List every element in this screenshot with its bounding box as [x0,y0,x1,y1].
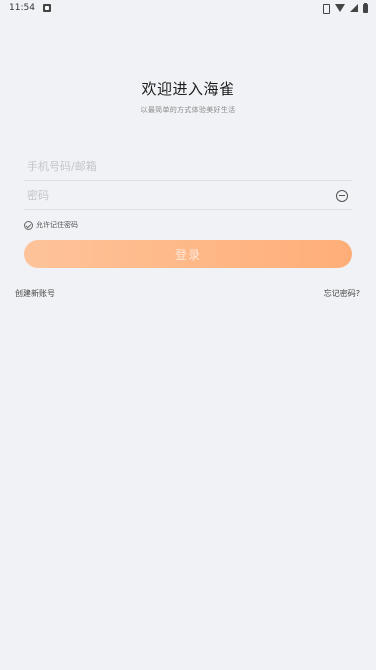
account-input[interactable] [24,160,352,173]
status-right [321,2,368,14]
account-field [24,153,352,181]
password-field [24,182,352,210]
remember-password-checkbox[interactable]: 允许记住密码 [24,220,78,230]
status-bar: 11:54 [0,0,376,16]
notification-icon [42,4,51,12]
password-input[interactable] [24,189,352,202]
status-left: 11:54 [9,3,51,13]
remember-password-label: 允许记住密码 [36,221,78,229]
battery-icon [363,2,368,13]
vibrate-icon [321,4,330,14]
signal-icon [350,4,358,12]
create-account-link[interactable]: 创建新账号 [15,288,55,299]
status-time: 11:54 [9,3,35,13]
page-title: 欢迎进入海雀 [141,80,235,98]
login-button[interactable]: 登录 [24,240,352,268]
login-button-label: 登录 [174,247,201,262]
forgot-password-link[interactable]: 忘记密码? [324,288,360,299]
eye-closed-icon[interactable] [336,190,348,202]
wifi-icon [335,4,345,12]
check-circle-icon [24,220,33,230]
page-subtitle: 以最简单的方式体验美好生活 [140,106,236,114]
